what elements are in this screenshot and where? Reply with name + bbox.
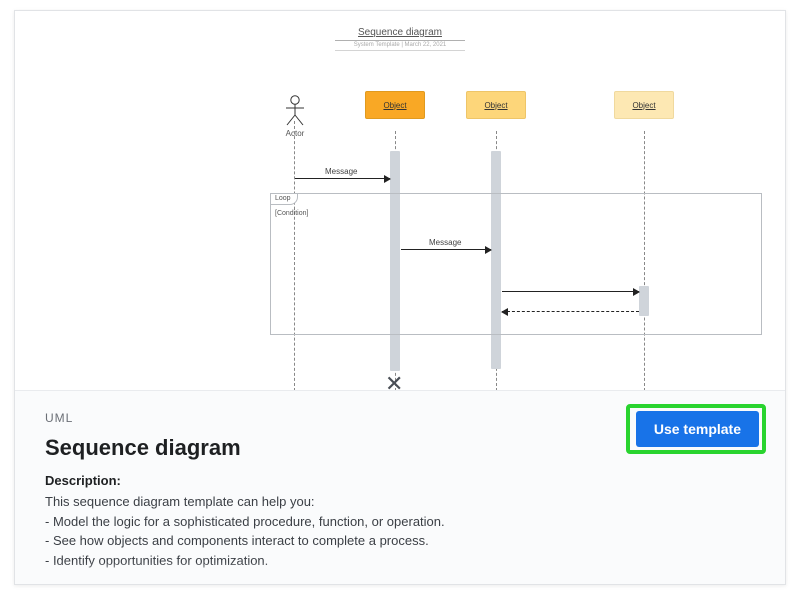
destroy-icon: ✕ [385, 371, 403, 390]
diagram-title: Sequence diagram [335, 27, 465, 41]
template-info-panel: UML Sequence diagram Description: This s… [15, 390, 785, 584]
use-template-button[interactable]: Use template [636, 411, 759, 447]
actor-icon [284, 95, 306, 127]
description-bullet: - Model the logic for a sophisticated pr… [45, 512, 755, 532]
loop-condition: [Condition] [275, 210, 308, 217]
diagram-title-block: Sequence diagram System Template | March… [335, 27, 465, 51]
description-intro: This sequence diagram template can help … [45, 492, 755, 512]
description-heading: Description: [45, 473, 755, 488]
object-box-2: Object [466, 91, 526, 119]
description-bullet: - See how objects and components interac… [45, 531, 755, 551]
object-box-3: Object [614, 91, 674, 119]
loop-tab: Loop [270, 193, 298, 205]
actor-label: Actor [280, 129, 310, 138]
description-body: This sequence diagram template can help … [45, 492, 755, 570]
description-bullet: - Identify opportunities for optimizatio… [45, 551, 755, 571]
template-card: Sequence diagram System Template | March… [14, 10, 786, 585]
loop-fragment: Loop [Condition] [270, 193, 762, 335]
actor: Actor [280, 95, 310, 138]
object-label: Object [383, 101, 406, 110]
object-box-1: Object [365, 91, 425, 119]
object-label: Object [632, 101, 655, 110]
message-label: Message [325, 167, 357, 176]
diagram-subtitle: System Template | March 22, 2021 [335, 42, 465, 51]
message-arrow-1: Message [295, 178, 390, 179]
template-preview: Sequence diagram System Template | March… [15, 11, 785, 390]
object-label: Object [484, 101, 507, 110]
